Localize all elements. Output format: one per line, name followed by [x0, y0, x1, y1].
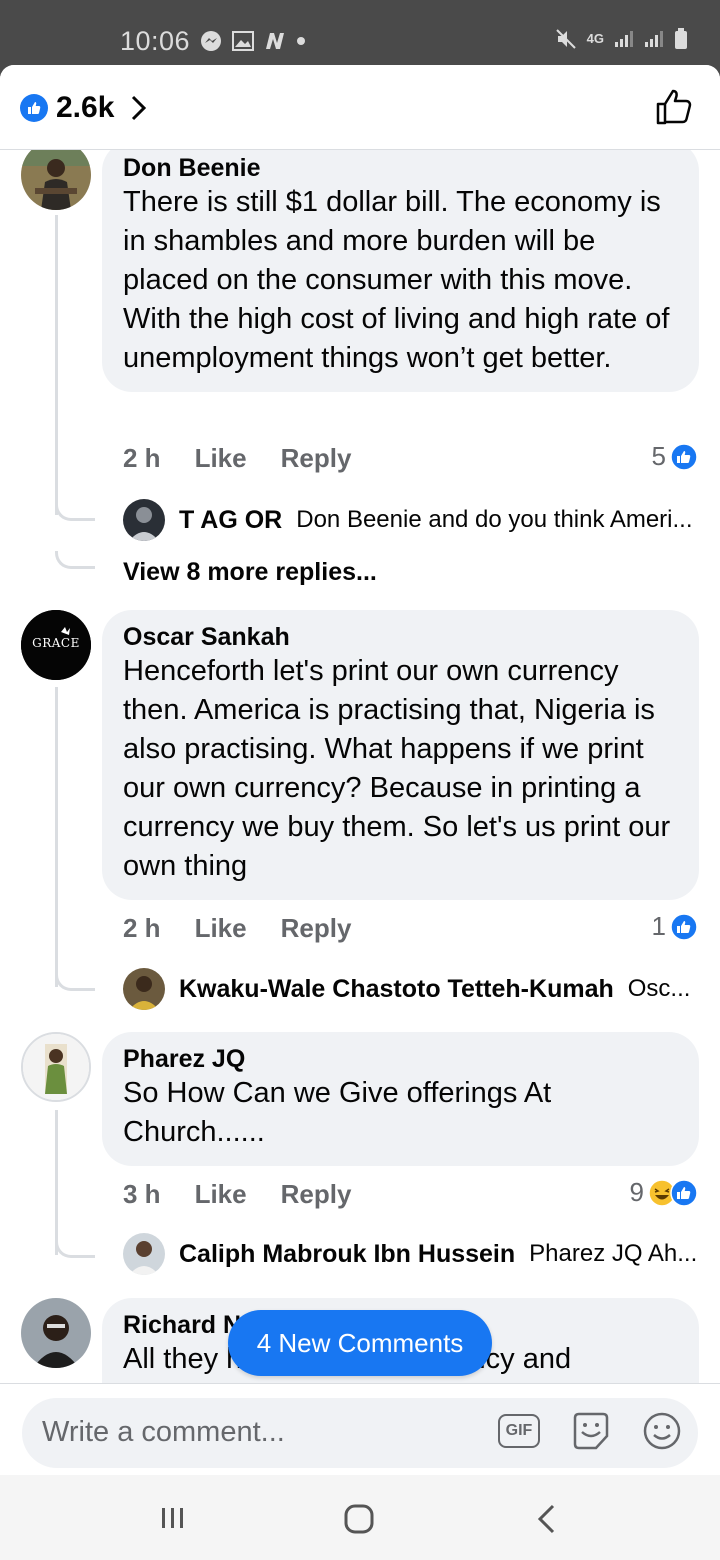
like-reaction-icon	[670, 1178, 698, 1207]
comment-actions: 2 h Like Reply	[123, 443, 351, 474]
comment-text: Henceforth let's print our own currency …	[123, 655, 671, 882]
comment-author[interactable]: Oscar Sankah	[123, 622, 678, 652]
battery-icon	[675, 28, 687, 49]
comment-actions: 2 h Like Reply	[123, 913, 351, 944]
comment-author[interactable]: Don Beenie	[123, 153, 678, 183]
status-notification-icons	[200, 30, 306, 52]
comment-text: There is still $1 dollar bill. The econo…	[123, 186, 670, 374]
sticker-icon[interactable]	[570, 1410, 612, 1452]
thread-line	[55, 687, 95, 987]
avatar[interactable]	[21, 1298, 91, 1368]
reply-avatar	[123, 968, 165, 1010]
reply-preview[interactable]: T AG OR Don Beenie and do you think Amer…	[123, 499, 703, 541]
network-type: 4G	[586, 31, 604, 46]
comment-composer: Write a comment... GIF	[0, 1383, 720, 1475]
avatar[interactable]	[21, 1032, 91, 1102]
thread-connector	[55, 1240, 95, 1258]
reaction-count[interactable]: 9	[630, 1177, 698, 1208]
home-button[interactable]	[343, 1503, 375, 1535]
like-button[interactable]: Like	[195, 913, 247, 944]
comment-bubble[interactable]: Pharez JQ So How Can we Give offerings A…	[102, 1032, 699, 1166]
reaction-count[interactable]: 1	[652, 911, 698, 942]
reply-author: Caliph Mabrouk Ibn Hussein	[179, 1239, 516, 1268]
like-button[interactable]: Like	[195, 1179, 247, 1210]
comments-sheet: 2.6k Don Beenie There is still $1 dollar…	[0, 65, 720, 1475]
reactions-summary[interactable]: 2.6k	[20, 91, 148, 125]
news-n-icon	[266, 33, 284, 49]
status-time: 10:06	[120, 26, 191, 56]
gallery-icon	[232, 31, 254, 51]
emoji-icon[interactable]	[642, 1411, 682, 1451]
reply-snippet: Don Beenie and do you think Ameri...	[296, 506, 693, 533]
comment-text: So How Can we Give offerings At Church..…	[123, 1077, 552, 1148]
gif-button[interactable]: GIF	[498, 1414, 540, 1448]
reply-avatar	[123, 499, 165, 541]
comment-input[interactable]: Write a comment... GIF	[22, 1398, 698, 1468]
dot-icon	[297, 37, 305, 45]
like-reaction-icon	[670, 912, 698, 941]
comment-time[interactable]: 3 h	[123, 1179, 161, 1210]
like-reaction-icon	[670, 442, 698, 471]
comment-bubble[interactable]: Don Beenie There is still $1 dollar bill…	[102, 141, 699, 392]
status-bar: 10:06 4G	[0, 0, 720, 70]
back-button[interactable]	[535, 1503, 559, 1535]
reply-author: Kwaku-Wale Chastoto Tetteh-Kumah	[179, 974, 614, 1003]
reply-snippet: Pharez JQ Ah...	[529, 1240, 698, 1267]
reactions-header: 2.6k	[0, 65, 720, 150]
thread-connector	[55, 503, 95, 521]
like-post-icon[interactable]	[654, 87, 694, 127]
thread-connector	[55, 973, 95, 991]
comment-actions: 3 h Like Reply	[123, 1179, 351, 1210]
thread-line	[55, 1110, 95, 1255]
chevron-right-icon	[132, 95, 147, 121]
comment-input-placeholder: Write a comment...	[42, 1416, 285, 1448]
reply-author: T AG OR	[179, 505, 283, 534]
reply-snippet: Osc...	[627, 975, 691, 1002]
reply-preview[interactable]: Kwaku-Wale Chastoto Tetteh-Kumah Osc...	[123, 968, 703, 1010]
reply-button[interactable]: Reply	[281, 913, 352, 944]
system-navigation-bar	[0, 1475, 720, 1560]
comment-author[interactable]: Pharez JQ	[123, 1044, 678, 1074]
recent-apps-button[interactable]	[158, 1503, 188, 1533]
comment-bubble[interactable]: Oscar Sankah Henceforth let's print our …	[102, 610, 699, 900]
reply-button[interactable]: Reply	[281, 1179, 352, 1210]
mute-icon	[555, 29, 576, 49]
messenger-icon	[201, 31, 221, 51]
like-count: 2.6k	[56, 91, 115, 124]
reply-button[interactable]: Reply	[281, 443, 352, 474]
status-system-icons: 4G	[555, 28, 688, 50]
thread-connector	[55, 551, 95, 569]
thread-line	[55, 215, 95, 515]
signal-icon	[615, 31, 633, 47]
comment-time[interactable]: 2 h	[123, 443, 161, 474]
reply-avatar	[123, 1233, 165, 1275]
new-comments-button[interactable]: 4 New Comments	[228, 1310, 492, 1376]
avatar-logo-text: GRACE	[32, 636, 80, 650]
signal-icon-2	[645, 31, 663, 47]
avatar[interactable]: GRACE	[21, 610, 91, 680]
comment-time[interactable]: 2 h	[123, 913, 161, 944]
reply-preview[interactable]: Caliph Mabrouk Ibn Hussein Pharez JQ Ah.…	[123, 1233, 703, 1275]
gif-icon: GIF	[505, 1422, 533, 1439]
avatar[interactable]	[21, 140, 91, 210]
like-reaction-icon	[20, 94, 48, 122]
composer-icons: GIF	[498, 1410, 682, 1452]
reaction-count[interactable]: 5	[652, 441, 698, 472]
like-button[interactable]: Like	[195, 443, 247, 474]
view-more-replies-link[interactable]: View 8 more replies...	[123, 558, 377, 587]
